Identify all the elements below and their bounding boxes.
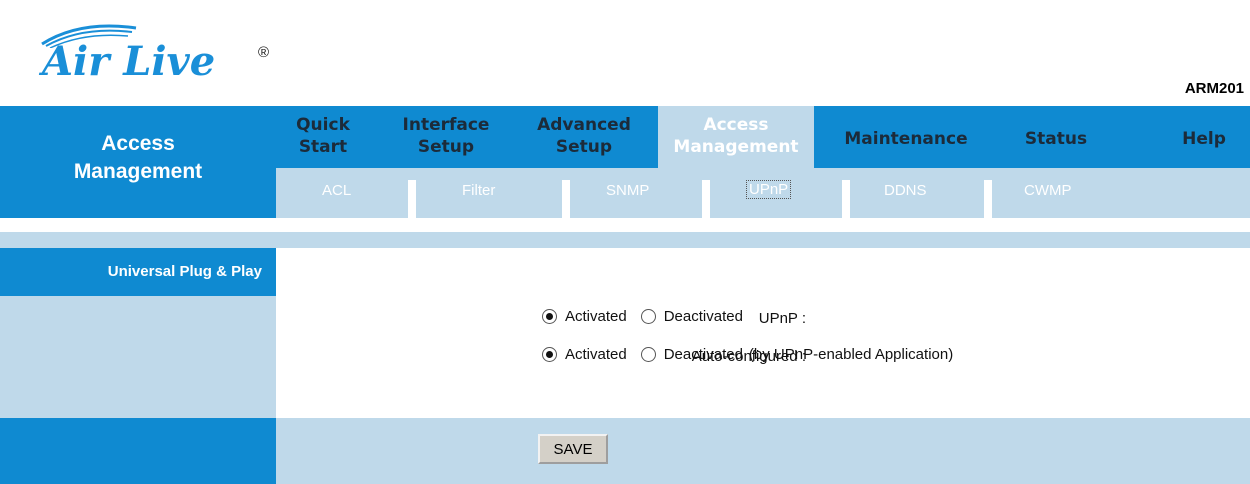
tab-maintenance[interactable]: Maintenance — [836, 114, 976, 164]
tab-interface-setup[interactable]: Interface Setup — [398, 114, 494, 164]
tab-advanced-setup[interactable]: Advanced Setup — [532, 114, 636, 164]
logo-text: Air Live — [42, 38, 216, 85]
tab-label: Status — [1024, 129, 1088, 149]
upnp-deactivated-label: Deactivated — [663, 308, 743, 325]
autoconfig-activated-label: Activated — [565, 346, 627, 363]
subtab-separator — [408, 180, 416, 218]
tab-label: Quick — [296, 115, 350, 135]
tab-label: Management — [673, 137, 799, 157]
subtab-separator — [702, 180, 710, 218]
subtab-ddns[interactable]: DDNS — [884, 182, 927, 199]
upnp-label: UPnP : — [758, 310, 806, 327]
section-line-2: Management — [73, 160, 203, 183]
header: Air Live ® ARM201 — [0, 0, 1250, 104]
tab-label: Advanced — [537, 115, 631, 135]
subtab-upnp[interactable]: UPnP — [746, 180, 792, 199]
footer-bar: SAVE — [276, 418, 1250, 484]
model-name: ARM201 — [1184, 80, 1244, 97]
upnp-activated-radio[interactable] — [542, 309, 557, 324]
save-button[interactable]: SAVE — [538, 434, 608, 464]
main-tabs: Quick Start Interface Setup Advanced Set… — [276, 106, 1250, 168]
upnp-form: UPnP : Activated Deactivated Auto-config… — [276, 248, 1250, 418]
upnp-row: UPnP : Activated Deactivated — [276, 308, 1250, 332]
section-title: Universal Plug & Play — [0, 248, 276, 296]
tab-quick-start[interactable]: Quick Start — [286, 114, 360, 164]
tab-access-management[interactable]: Access Management — [658, 106, 814, 168]
subtab-snmp[interactable]: SNMP — [606, 182, 649, 199]
subtab-filter[interactable]: Filter — [462, 182, 495, 199]
autoconfig-row: Auto-configured : Activated Deactivated … — [276, 346, 1250, 370]
top-navigation: Access Management Quick Start Interface … — [0, 106, 1250, 218]
autoconfig-activated-radio[interactable] — [542, 347, 557, 362]
autoconfig-deactivated-radio[interactable] — [640, 347, 656, 362]
autoconfig-note: (by UPnP-enabled Application) — [748, 346, 954, 363]
section-line-1: Access — [101, 132, 175, 155]
tab-label: Access — [703, 115, 769, 135]
subtab-acl[interactable]: ACL — [322, 182, 351, 199]
registered-mark: ® — [258, 44, 270, 61]
tab-label: Help — [1182, 129, 1226, 149]
subtab-separator — [562, 180, 570, 218]
sub-tabs: ACL Filter SNMP UPnP DDNS CWMP — [276, 168, 1250, 218]
footer-sidebar — [0, 418, 276, 484]
upnp-activated-label: Activated — [565, 308, 627, 325]
subtab-cwmp[interactable]: CWMP — [1024, 182, 1072, 199]
subtab-separator — [984, 180, 992, 218]
tab-label: Start — [298, 137, 348, 157]
subtab-separator — [842, 180, 850, 218]
current-section-banner: Access Management — [0, 106, 276, 218]
tab-status[interactable]: Status — [1016, 114, 1096, 164]
upnp-deactivated-radio[interactable] — [640, 309, 656, 324]
tab-label: Interface — [402, 115, 490, 135]
tab-help[interactable]: Help — [1172, 114, 1236, 164]
tab-label: Setup — [555, 137, 613, 157]
tab-label: Maintenance — [844, 129, 968, 149]
spacer-bar — [0, 232, 1250, 248]
tab-label: Setup — [417, 137, 475, 157]
airlive-logo: Air Live ® — [40, 18, 280, 98]
autoconfig-deactivated-label: Deactivated — [663, 346, 743, 363]
section-sidebar: Universal Plug & Play — [0, 248, 276, 418]
